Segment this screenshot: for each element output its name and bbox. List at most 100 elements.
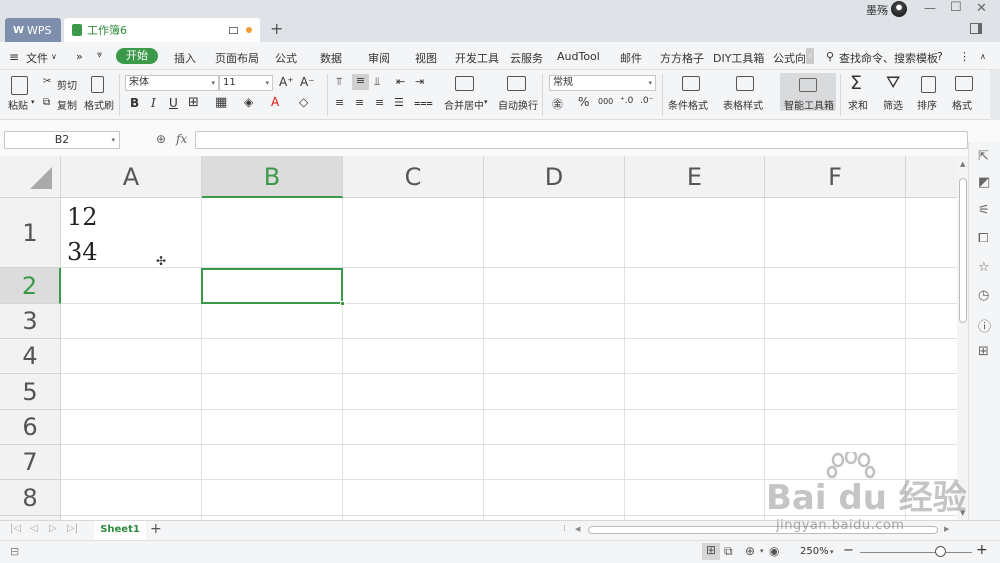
table-style-button[interactable]: 表格样式 [723,97,763,112]
quick-access-icon[interactable]: ⩔ [97,50,102,60]
thousands-button[interactable]: 000 [598,97,613,106]
bold-button[interactable]: B [130,96,139,110]
select-pointer-icon[interactable]: ⇱ [978,149,989,164]
cell-style-icon[interactable]: ▦ [215,95,227,110]
sum-icon[interactable]: Σ [850,72,862,94]
zoom-slider-knob[interactable] [935,546,946,557]
increase-decimal-icon[interactable]: ⁺.0 [620,96,633,106]
cell-a1-line2[interactable]: 34 [67,238,98,266]
selected-cell-b2[interactable] [201,268,343,304]
column-header-g[interactable] [906,156,957,198]
menu-tab-start[interactable]: 开始 [116,48,158,64]
monitor-icon[interactable] [229,26,238,34]
row-header-4[interactable]: 4 [0,339,61,374]
column-header-b[interactable]: B [202,156,343,198]
select-all-corner[interactable] [0,156,61,198]
close-icon[interactable]: ✕ [976,1,987,16]
sort-icon[interactable] [921,76,936,93]
fill-color-icon[interactable]: ◈ [244,95,253,109]
sum-button[interactable]: 求和 [848,97,868,112]
align-bottom-icon[interactable]: ⫫ [374,75,380,89]
paste-button[interactable]: 粘贴 [8,97,28,112]
menu-tab-mail[interactable]: 邮件 [620,50,642,66]
align-middle-icon[interactable]: ≡ [352,74,369,90]
menu-file[interactable]: 文件 [26,50,48,66]
format-icon[interactable] [955,76,973,91]
double-chevron-icon[interactable]: » [76,50,83,63]
column-header-f[interactable]: F [765,156,906,198]
filter-icon[interactable]: ⛛ [886,73,900,93]
table-style-icon[interactable] [736,76,754,91]
zoom-search-icon[interactable]: ⊕ [156,132,166,146]
chevron-down-icon[interactable]: ▾ [484,98,488,106]
new-tab-button[interactable]: + [270,19,283,38]
merge-center-icon[interactable] [455,76,474,91]
menu-tab-cloud[interactable]: 云服务 [510,50,543,66]
paste-dropdown-icon[interactable]: ▾ [31,98,35,106]
percent-button[interactable]: % [578,95,589,109]
zoom-in-button[interactable]: + [976,542,988,558]
scroll-up-icon[interactable]: ▲ [960,160,965,168]
ribbon-scroll[interactable] [990,70,1000,120]
row-header-5[interactable]: 5 [0,374,61,410]
zoom-level[interactable]: 250% [800,546,829,557]
column-header-a[interactable]: A [61,156,202,198]
paste-icon[interactable] [11,76,28,95]
wrap-text-icon[interactable] [507,76,526,91]
cut-icon[interactable]: ✂ [43,76,51,87]
insert-function-button[interactable]: fx [176,132,187,146]
add-sheet-button[interactable]: + [150,521,162,537]
underline-button[interactable]: U [169,96,178,110]
menu-tab-page-layout[interactable]: 页面布局 [215,50,259,66]
column-header-e[interactable]: E [625,156,765,198]
column-header-d[interactable]: D [484,156,625,198]
collapse-ribbon-icon[interactable]: ∧ [980,52,986,61]
prev-sheet-icon[interactable]: ◁ [30,523,38,534]
number-format-select[interactable]: 常规 ▾ [549,75,656,91]
formula-input[interactable] [195,131,968,149]
first-sheet-icon[interactable]: |◁ [10,523,21,534]
name-box[interactable]: B2 ▾ [4,131,120,149]
row-header-7[interactable]: 7 [0,445,61,480]
row-header-8[interactable]: 8 [0,480,61,516]
menu-tab-view[interactable]: 视图 [415,50,437,66]
scroll-left-icon[interactable]: ◀ [575,525,580,533]
hamburger-icon[interactable]: ≡ [9,50,19,64]
menu-tab-diy[interactable]: DIY工具箱 [713,50,764,66]
border-icon[interactable]: ⊞ [188,95,199,110]
font-color-button[interactable]: A [271,95,279,109]
fill-handle[interactable] [340,301,345,306]
row-header-1[interactable]: 1 [0,198,61,268]
conditional-format-icon[interactable] [682,76,700,91]
menu-tab-insert[interactable]: 插入 [174,50,196,66]
increase-font-icon[interactable]: A⁺ [279,75,294,89]
page-break-view-icon[interactable]: ⧉ [724,544,733,559]
justify-icon[interactable]: ☰ [394,96,404,109]
format-painter-button[interactable]: 格式刷 [84,97,114,112]
row-header-2[interactable]: 2 [0,268,61,304]
reading-mode-icon[interactable]: ⊕ [745,544,755,558]
italic-button[interactable]: I [151,96,156,110]
apps-icon[interactable]: ⊞ [978,344,989,359]
star-icon[interactable]: ☆ [978,260,990,275]
search-icon[interactable]: ⚲ [826,50,834,63]
smart-toolbox-button[interactable]: 智能工具箱 [780,73,836,112]
sort-button[interactable]: 排序 [917,97,937,112]
menu-tab-review[interactable]: 审阅 [368,50,390,66]
currency-icon[interactable]: ㊎ [552,96,563,112]
merge-center-button[interactable]: 合并居中 [444,97,484,112]
property-icon[interactable]: ⚟ [978,203,990,218]
chevron-down-icon[interactable]: ∨ [51,52,57,61]
help-icon[interactable]: ? [937,50,943,63]
copy-button[interactable]: 复制 [57,97,77,112]
decrease-font-icon[interactable]: A⁻ [300,75,315,89]
shapes-icon[interactable]: ◩ [978,175,990,190]
filter-button[interactable]: 筛选 [883,97,903,112]
eye-protection-icon[interactable]: ◉ [769,544,779,558]
menu-tab-formula-wizard[interactable]: 公式向 [773,50,806,66]
normal-view-icon[interactable]: ⊞ [702,543,720,560]
tab-wps-home[interactable]: W WPS [5,18,61,42]
zoom-out-button[interactable]: − [843,543,854,558]
vertical-scroll-thumb[interactable] [959,178,967,323]
menu-tab-data[interactable]: 数据 [320,50,342,66]
